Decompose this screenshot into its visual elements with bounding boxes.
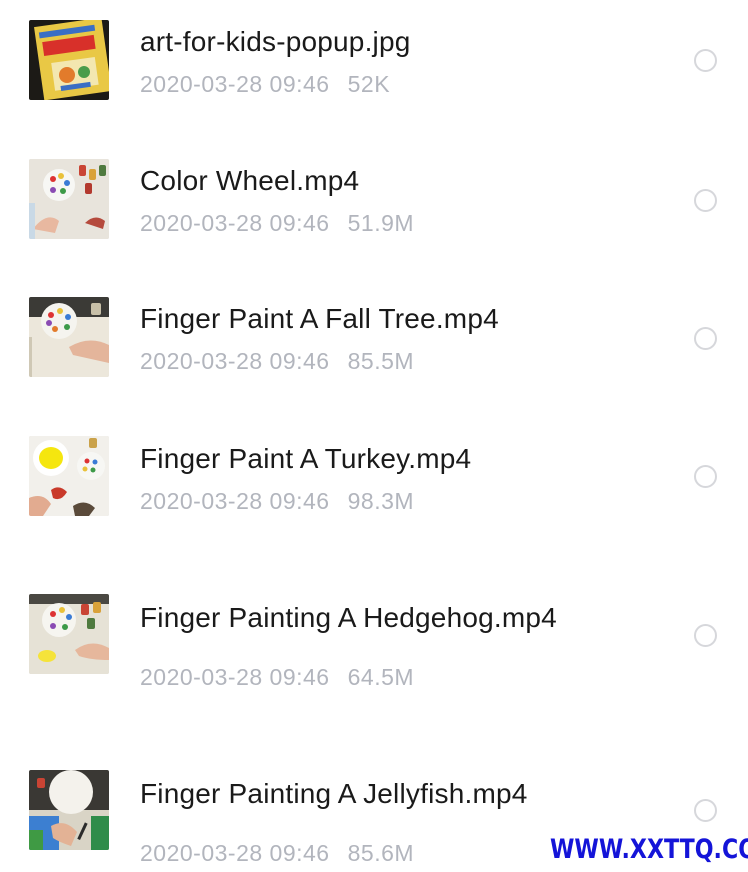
file-date: 2020-03-28 09:46 (140, 488, 330, 514)
select-radio[interactable] (694, 624, 717, 647)
file-date: 2020-03-28 09:46 (140, 71, 330, 97)
file-name: art-for-kids-popup.jpg (140, 26, 411, 57)
file-row[interactable]: Finger Painting A Hedgehog.mp4 2020-03-2… (0, 556, 748, 714)
file-thumbnail (29, 770, 109, 850)
file-name: Finger Painting A Hedgehog.mp4 (140, 602, 557, 633)
file-meta: 2020-03-28 09:46 52K (140, 71, 390, 98)
yellow-paint-turkey-thumbnail (29, 436, 109, 516)
file-date: 2020-03-28 09:46 (140, 210, 330, 236)
file-row[interactable]: Finger Paint A Fall Tree.mp4 2020-03-28 … (0, 278, 748, 416)
file-size: 98.3M (347, 488, 415, 514)
file-row[interactable]: Finger Paint A Turkey.mp4 2020-03-28 09:… (0, 416, 748, 556)
file-date: 2020-03-28 09:46 (140, 348, 330, 374)
white-plate-jellyfish-thumbnail (29, 770, 109, 850)
file-meta: 2020-03-28 09:46 85.5M (140, 348, 414, 375)
file-date: 2020-03-28 09:46 (140, 840, 330, 866)
file-thumbnail (29, 159, 109, 239)
file-thumbnail (29, 436, 109, 516)
file-name: Finger Painting A Jellyfish.mp4 (140, 778, 528, 809)
file-size: 51.9M (347, 210, 415, 236)
paint-palette-hand-thumbnail (29, 297, 109, 377)
file-meta: 2020-03-28 09:46 98.3M (140, 488, 414, 515)
file-name: Finger Paint A Fall Tree.mp4 (140, 303, 499, 334)
select-radio[interactable] (694, 799, 717, 822)
popup-book-cover-thumbnail (29, 20, 109, 100)
file-thumbnail (29, 297, 109, 377)
file-size: 85.5M (347, 348, 415, 374)
watermark-text: WWW.XXTTQ.COM (550, 834, 748, 865)
file-thumbnail (29, 594, 109, 674)
file-meta: 2020-03-28 09:46 64.5M (140, 664, 414, 691)
select-radio[interactable] (694, 465, 717, 488)
file-size: 52K (347, 71, 391, 97)
file-size: 85.6M (347, 840, 415, 866)
file-date: 2020-03-28 09:46 (140, 664, 330, 690)
select-radio[interactable] (694, 49, 717, 72)
select-radio[interactable] (694, 189, 717, 212)
file-meta: 2020-03-28 09:46 85.6M (140, 840, 414, 867)
file-row[interactable]: art-for-kids-popup.jpg 2020-03-28 09:46 5… (0, 0, 748, 140)
file-meta: 2020-03-28 09:46 51.9M (140, 210, 414, 237)
file-name: Finger Paint A Turkey.mp4 (140, 443, 472, 474)
file-list: art-for-kids-popup.jpg 2020-03-28 09:46 5… (0, 0, 748, 872)
file-thumbnail (29, 20, 109, 100)
paint-palette-hands-thumbnail (29, 159, 109, 239)
paint-palette-hedgehog-thumbnail (29, 594, 109, 674)
file-name: Color Wheel.mp4 (140, 165, 360, 196)
select-radio[interactable] (694, 327, 717, 350)
file-row[interactable]: Color Wheel.mp4 2020-03-28 09:46 51.9M (0, 140, 748, 278)
file-size: 64.5M (347, 664, 415, 690)
